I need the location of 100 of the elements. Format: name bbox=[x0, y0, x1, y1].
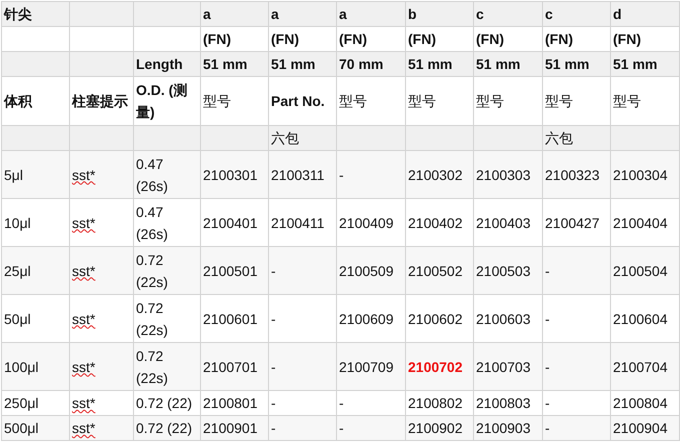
table-cell-text: 2100409 bbox=[339, 214, 394, 230]
header-text: a bbox=[271, 6, 279, 22]
header-text: (FN) bbox=[271, 31, 299, 47]
table-cell-text: 2100904 bbox=[613, 420, 668, 436]
header-text: (FN) bbox=[476, 31, 504, 47]
table-cell-text: 2100501 bbox=[203, 262, 258, 278]
table-cell-text: 0.47 (26s) bbox=[136, 156, 168, 194]
table-cell-text: sst* bbox=[72, 310, 96, 326]
table-cell-text: sst* bbox=[72, 166, 96, 182]
table-cell-text: 2100602 bbox=[408, 310, 463, 326]
table-cell-text: 500μl bbox=[4, 420, 39, 436]
table-cell-text: 0.72 (22) bbox=[136, 420, 192, 436]
header-text: b bbox=[408, 6, 417, 22]
header-text: (FN) bbox=[613, 31, 641, 47]
header-text: (FN) bbox=[408, 31, 436, 47]
header-text: 六包 bbox=[271, 130, 299, 146]
table-cell-text: 0.72 (22s) bbox=[136, 252, 168, 290]
table-cell-text: 2100604 bbox=[613, 310, 668, 326]
header-text: 型号 bbox=[476, 93, 504, 109]
header-text: 51 mm bbox=[203, 56, 248, 72]
table-cell-text: 0.47 (26s) bbox=[136, 204, 168, 242]
header-text: (FN) bbox=[339, 31, 367, 47]
table-cell-text: 2100902 bbox=[408, 420, 463, 436]
table-cell-text: 100μl bbox=[4, 358, 39, 374]
table-cell-text: 2100304 bbox=[613, 166, 668, 182]
table-cell-text: - bbox=[339, 420, 344, 436]
table-cell-text: 2100703 bbox=[476, 358, 531, 374]
table-cell-text: 2100509 bbox=[339, 262, 394, 278]
table-cell-text: 2100709 bbox=[339, 358, 394, 374]
header-text: 型号 bbox=[339, 93, 367, 109]
header-text: 六包 bbox=[545, 130, 573, 146]
table-cell-text: 2100402 bbox=[408, 214, 463, 230]
table-cell-text: - bbox=[545, 358, 550, 374]
header-text: 51 mm bbox=[545, 56, 590, 72]
table-cell-text: - bbox=[271, 262, 276, 278]
table-cell-text: - bbox=[339, 166, 344, 182]
header-text: 70 mm bbox=[339, 56, 384, 72]
table-cell-text: 2100701 bbox=[203, 358, 258, 374]
table-cell-text: - bbox=[271, 310, 276, 326]
header-text: c bbox=[476, 6, 484, 22]
table-cell-text: 2100609 bbox=[339, 310, 394, 326]
table-cell-text: 0.72 (22s) bbox=[136, 348, 168, 386]
table-cell-text: 2100301 bbox=[203, 166, 258, 182]
table-cell-text: 2100801 bbox=[203, 395, 258, 411]
table-cell-text: 0.72 (22) bbox=[136, 395, 192, 411]
table-cell-text: 2100427 bbox=[545, 214, 600, 230]
header-text: O.D. (测量) bbox=[136, 82, 188, 120]
table-cell-text: sst* bbox=[72, 214, 96, 230]
table-cell-text: - bbox=[545, 395, 550, 411]
table-cell-text: 2100601 bbox=[203, 310, 258, 326]
header-text: 型号 bbox=[203, 93, 231, 109]
header-text: Length bbox=[136, 56, 183, 72]
table-cell-text: 2100802 bbox=[408, 395, 463, 411]
table-cell-text: - bbox=[545, 420, 550, 436]
header-text: (FN) bbox=[203, 31, 231, 47]
header-text: 51 mm bbox=[271, 56, 316, 72]
table-cell-text: - bbox=[271, 395, 276, 411]
table-cell-text: 2100502 bbox=[408, 262, 463, 278]
table-cell-text: 2100401 bbox=[203, 214, 258, 230]
table-cell-text: 2100323 bbox=[545, 166, 600, 182]
table-cell-text: 50μl bbox=[4, 310, 31, 326]
header-text: 柱塞提示 bbox=[72, 93, 128, 109]
table-cell-text: 2100411 bbox=[271, 214, 324, 230]
table-cell-text: 2100903 bbox=[476, 420, 531, 436]
header-text: 51 mm bbox=[408, 56, 452, 72]
header-text: 型号 bbox=[613, 93, 641, 109]
table-cell-text: 2100503 bbox=[476, 262, 531, 278]
header-text: (FN) bbox=[545, 31, 573, 47]
header-text: 型号 bbox=[408, 93, 436, 109]
table-cell-text: 2100404 bbox=[613, 214, 668, 230]
header-text: c bbox=[545, 6, 553, 22]
table-cell-text: 2100704 bbox=[613, 358, 668, 374]
table-cell-text: 2100702 bbox=[408, 358, 463, 374]
header-text: 51 mm bbox=[613, 56, 658, 72]
table-cell-text: 2100403 bbox=[476, 214, 531, 230]
table-cell-text: 2100603 bbox=[476, 310, 531, 326]
table-cell-text: 5μl bbox=[4, 166, 23, 182]
header-text: 51 mm bbox=[476, 56, 520, 72]
table-cell-text: 2100804 bbox=[613, 395, 668, 411]
header-text: 型号 bbox=[545, 93, 573, 109]
table-cell-text: 10μl bbox=[4, 214, 31, 230]
table-cell-text: - bbox=[545, 310, 550, 326]
table-cell-text: sst* bbox=[72, 420, 96, 436]
table-cell-text: 2100803 bbox=[476, 395, 531, 411]
table-cell-text: - bbox=[271, 358, 276, 374]
table-cell-text: sst* bbox=[72, 395, 96, 411]
table-cell-text: sst* bbox=[72, 262, 96, 278]
table-cell-text: 2100302 bbox=[408, 166, 463, 182]
table-cell-text: 0.72 (22s) bbox=[136, 300, 168, 338]
table-cell-text: 2100303 bbox=[476, 166, 531, 182]
table-cell-text: 2100311 bbox=[271, 166, 324, 182]
table-cell-text: 2100901 bbox=[203, 420, 258, 436]
header-text: 针尖 bbox=[4, 6, 32, 22]
table-cell-text: 25μl bbox=[4, 262, 31, 278]
table-cell-text: 2100504 bbox=[613, 262, 668, 278]
table-cell-text: - bbox=[545, 262, 550, 278]
header-text: 体积 bbox=[4, 93, 32, 109]
table-cell-text: - bbox=[271, 420, 276, 436]
header-text: d bbox=[613, 6, 622, 22]
table-cell-text: 250μl bbox=[4, 395, 39, 411]
